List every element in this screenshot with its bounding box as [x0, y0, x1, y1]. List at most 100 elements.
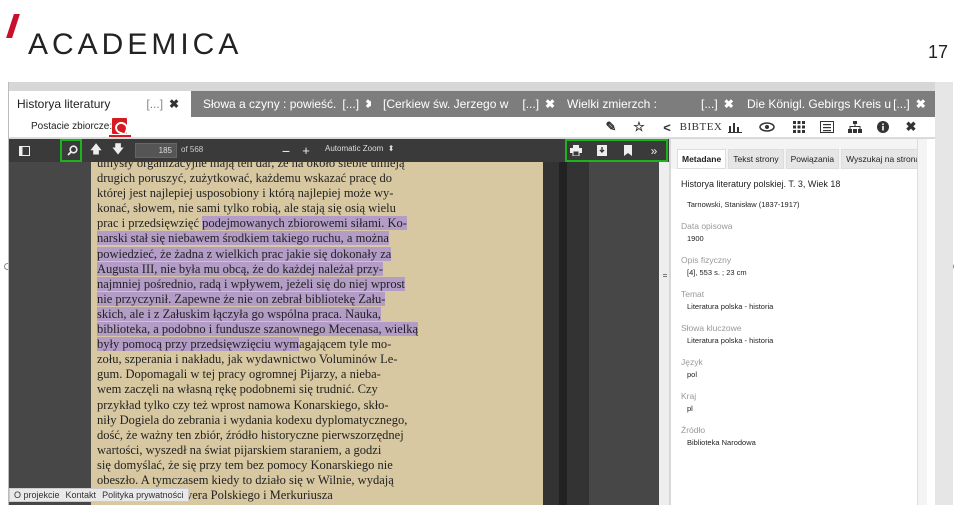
field-value: [4], 553 s. ; 23 cm	[687, 268, 747, 277]
star-icon[interactable]: ☆	[625, 119, 653, 135]
footer-link-privacy[interactable]: Polityka prywatności	[102, 490, 184, 500]
tab-historya[interactable]: Historya literatury [...] ✖	[9, 91, 191, 117]
sitemap-icon[interactable]	[841, 119, 869, 135]
page-text-line: się domyślać, że się przy tem bez pomocy…	[97, 458, 459, 473]
footer-link-contact[interactable]: Kontakt	[66, 490, 97, 500]
document-title: Historya literatury polskiej. T. 3, Wiek…	[681, 179, 841, 189]
search-highlight: powiedzieć, że żadna z wielkich prac jak…	[97, 246, 392, 261]
page-text-line: drugich poruszyć, zużytkować, każdemu ws…	[97, 171, 459, 186]
tab-cerkiew[interactable]: [Cerkiew św. Jerzego w [...] ✖	[375, 91, 555, 117]
postacie-label: Postacie zbiorcze:	[31, 121, 113, 132]
tab-close-icon[interactable]: ✖	[916, 97, 926, 111]
metadata-scrollbar[interactable]	[917, 139, 927, 505]
stats-icon[interactable]	[721, 119, 749, 135]
page-text-segment: dość, że ważny ten zbiór, źródło history…	[97, 427, 404, 442]
pdf-viewer[interactable]: umysły organizacyjne mają ten dar, że na…	[9, 162, 669, 505]
page-text-segment: niły Dogiela do zebrania i wydania kodex…	[97, 412, 408, 427]
previous-page-icon[interactable]: 🡅	[87, 139, 105, 162]
search-highlight: biblioteka, a podobno i fundusze szanown…	[97, 322, 419, 337]
page-number-input[interactable]: 185	[135, 143, 177, 158]
field-label: Źródło	[681, 425, 706, 435]
tab-title: Wielki zmierzch :	[567, 97, 658, 111]
grid-icon[interactable]	[785, 119, 813, 135]
page-text-line: prac i przedsięwzięć podejmowanych zbior…	[97, 216, 459, 231]
field-label: Kraj	[681, 391, 697, 401]
search-highlight: skich, ale i z Załuskim łączyła go wspól…	[97, 306, 381, 321]
page-text-segment: konać, słowem, nie sami tylko robią, ale…	[97, 201, 396, 216]
page-text-line: biblioteka, a podobno i fundusze szanown…	[97, 322, 459, 337]
search-highlight: Augusta III, nie była mu obcą, że do każ…	[97, 261, 383, 276]
page-text-segment: wem zaczęli na własną rękę podobnemi się…	[97, 382, 378, 397]
page-text-segment: się domyślać, że się przy tem bez pomocy…	[97, 457, 393, 472]
sidebar-toggle-icon[interactable]	[15, 139, 33, 162]
tab-close-icon[interactable]: ✖	[545, 97, 555, 111]
tab-ellipsis: [...]	[342, 97, 360, 111]
next-page-icon[interactable]: 🡇	[109, 139, 127, 162]
edit-icon[interactable]: ✎	[597, 119, 625, 135]
search-highlight-frame	[60, 139, 82, 162]
page-text-segment: której jest najlepiej usposobiony i któr…	[97, 186, 394, 201]
page-text-line: dość, że ważny ten zbiór, źródło history…	[97, 428, 459, 443]
tab-die-konigl[interactable]: Die Königl. Gebirgs Kreis u [...] ✖	[739, 91, 935, 117]
field-value: pol	[687, 370, 698, 379]
share-icon[interactable]: <	[653, 119, 681, 135]
bibtex-button[interactable]: BIBTEX	[680, 119, 722, 135]
pdf-toolbar: 🡅 🡇 185 of 568 − + Automatic Zoom ⬍ »	[9, 139, 669, 162]
page-text-line: Augusta III, nie była mu obcą, że do każ…	[97, 261, 459, 277]
page-text-line: były pomocą przy przedsięwzięciu wymagaj…	[97, 337, 459, 352]
page-text-line: narski stał się niebawem środkiem takieg…	[97, 231, 459, 246]
page-text-segment: zołu, szperania i nakładu, jak wydawnict…	[97, 352, 398, 367]
field-label: Opis fizyczny	[681, 255, 732, 265]
zoom-in-icon[interactable]: +	[297, 139, 315, 162]
page-text-segment: umysły organizacyjne mają ten dar, że na…	[97, 162, 405, 170]
tab-ellipsis: [...]	[893, 97, 910, 111]
page-text-line: umysły organizacyjne mają ten dar, że na…	[97, 162, 459, 171]
field-label: Temat	[681, 289, 705, 299]
zoom-out-icon[interactable]: −	[277, 139, 295, 162]
close-viewer-icon[interactable]: ✖	[897, 119, 925, 135]
page-text-line: skich, ale i z Załuskim łączyła go wspól…	[97, 306, 459, 322]
tab-slowa[interactable]: Słowa a czyny : powieść. [...] ✖	[195, 91, 371, 117]
tab-title: Die Königl. Gebirgs Kreis u	[747, 97, 892, 111]
tab-metadane[interactable]: Metadane	[677, 149, 727, 169]
page-text: umysły organizacyjne mają ten dar, że na…	[97, 162, 459, 503]
search-highlight: najmniej pośrednio, radą i wpływem, jeże…	[97, 276, 405, 291]
pdf-icon[interactable]	[112, 118, 127, 134]
zoom-value: Automatic Zoom	[325, 144, 384, 153]
document-author[interactable]: Tarnowski, Stanisław (1837-1917)	[681, 200, 907, 209]
tab-close-icon[interactable]: ✖	[365, 97, 371, 111]
tab-close-icon[interactable]: ✖	[169, 97, 179, 111]
field-label: Słowa kluczowe	[681, 323, 742, 333]
field-label: Język	[681, 357, 703, 367]
collection-bar: Postacie zbiorcze: ✎ ☆ < BIBTEX ✖	[9, 117, 935, 138]
info-icon[interactable]	[869, 119, 897, 135]
pdf-scroll-grip-icon[interactable]	[663, 274, 667, 277]
page-text-line: najmniej pośrednio, radą i wpływem, jeże…	[97, 276, 459, 292]
eye-icon[interactable]	[749, 119, 785, 135]
tab-close-icon[interactable]: ✖	[724, 97, 734, 111]
tab-title: [Cerkiew św. Jerzego w	[383, 97, 509, 111]
field-label: Data opisowa	[681, 221, 733, 231]
page-text-segment: przykład tylko czy też wprost namowa Kon…	[97, 397, 389, 412]
slide: ACADEMICA 17 Historya literatury [...] ✖…	[0, 0, 960, 505]
zoom-select[interactable]: Automatic Zoom ⬍	[325, 144, 394, 153]
tab-powiazania[interactable]: Powiązania	[785, 149, 840, 169]
field-value[interactable]: Literatura polska - historia	[681, 302, 907, 311]
page-total-label: of 568	[181, 145, 204, 154]
field-value: Biblioteka Narodowa	[687, 438, 756, 447]
tab-tekst-strony[interactable]: Tekst strony	[728, 149, 784, 169]
search-highlight: były pomocą przy przedsięwzięciu wym	[97, 337, 300, 352]
pdf-active-indicator	[109, 135, 131, 137]
list-icon[interactable]	[813, 119, 841, 135]
page-text-line: konać, słowem, nie sami tylko robią, ale…	[97, 201, 459, 216]
tab-wielki[interactable]: Wielki zmierzch : [...] ✖	[559, 91, 735, 117]
page-text-segment: prac i przedsięwzięć	[97, 216, 203, 231]
footer-link-about[interactable]: O projekcie	[14, 490, 60, 500]
logo-text: ACADEMICA	[28, 28, 243, 61]
field-value: pl	[687, 404, 693, 413]
field-value: 1900	[687, 234, 704, 243]
frame-right-gutter	[935, 82, 953, 505]
pdf-scrollbar[interactable]	[659, 162, 669, 505]
logo-slash-icon	[6, 14, 20, 38]
field-value[interactable]: Literatura polska - historia	[681, 336, 907, 345]
